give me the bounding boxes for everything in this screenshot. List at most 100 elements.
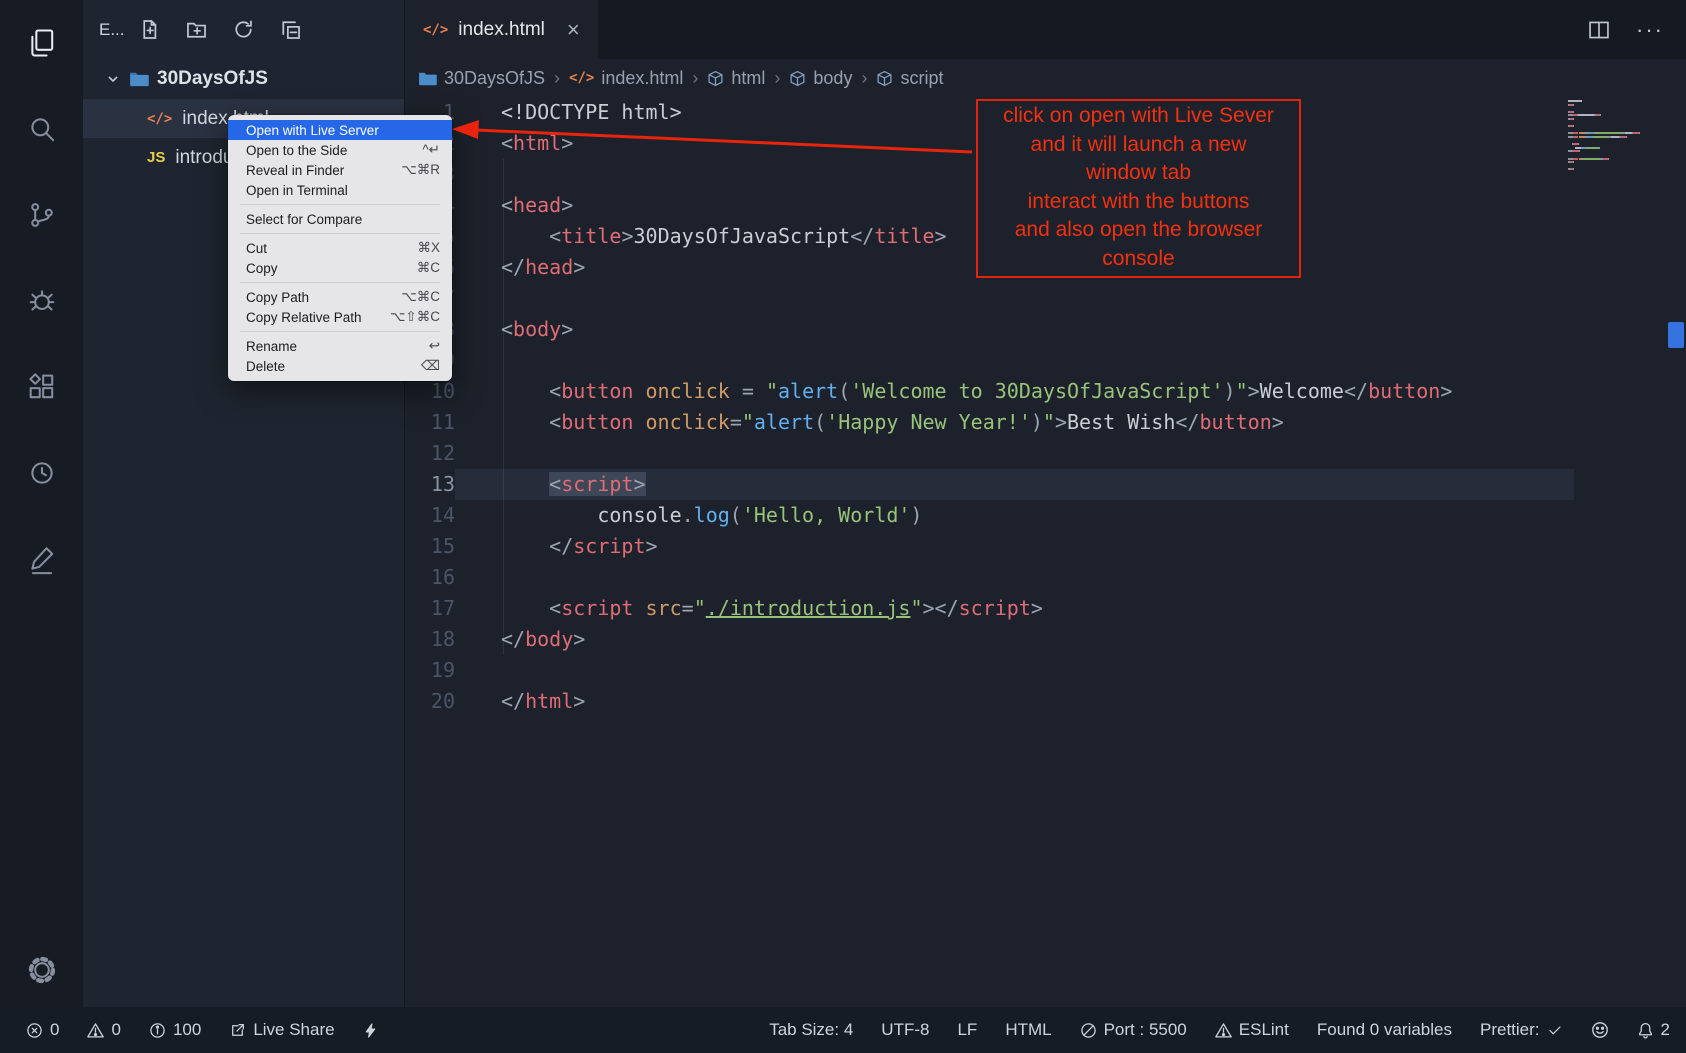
breadcrumb-separator-icon: ›	[554, 68, 560, 89]
js-icon: JS	[147, 149, 165, 166]
status-item[interactable]: UTF-8	[881, 1020, 929, 1040]
breadcrumb-item[interactable]: body	[789, 68, 852, 89]
menu-item[interactable]: Cut⌘X	[228, 238, 452, 258]
minimap[interactable]	[1568, 100, 1660, 172]
code-line-17[interactable]: 17 <script src="./introduction.js"></scr…	[405, 593, 1686, 624]
status-item[interactable]: ESLint	[1215, 1020, 1289, 1040]
tab-label: index.html	[458, 19, 545, 41]
menu-shortcut: ^↵	[422, 142, 440, 158]
breadcrumb-separator-icon: ›	[692, 68, 698, 89]
history-icon[interactable]	[0, 450, 83, 496]
line-content: <button onclick="alert('Happy New Year!'…	[455, 407, 1574, 438]
breadcrumb-item[interactable]: </>index.html	[569, 68, 683, 89]
menu-item[interactable]: Open to the Side^↵	[228, 140, 452, 160]
status-item[interactable]: HTML	[1005, 1020, 1051, 1040]
folder-item-30DaysOfJS[interactable]: 30DaysOfJS	[83, 59, 404, 99]
search-icon[interactable]	[0, 106, 83, 152]
status-item[interactable]: Port : 5500	[1080, 1020, 1187, 1040]
status-item[interactable]: Prettier:	[1480, 1020, 1563, 1040]
menu-shortcut: ↩	[429, 338, 440, 354]
collapse-all-icon[interactable]	[280, 19, 301, 40]
warning-triangle-icon	[1215, 1022, 1232, 1039]
status-item[interactable]	[363, 1022, 378, 1039]
code-line-19[interactable]: 19	[405, 655, 1686, 686]
tab-actions: ···	[1588, 0, 1686, 59]
line-content: </script>	[455, 531, 1574, 562]
edit-pen-icon[interactable]	[0, 536, 83, 582]
menu-shortcut: ⌘C	[417, 260, 440, 276]
menu-item[interactable]: Open in Terminal	[228, 180, 452, 200]
split-editor-icon[interactable]	[1588, 19, 1610, 41]
sidebar-title: E...	[99, 20, 125, 40]
code-line-13[interactable]: 13 <script>	[405, 469, 1686, 500]
settings-gear-icon[interactable]	[0, 947, 83, 993]
new-folder-icon[interactable]	[186, 19, 207, 40]
code-line-8[interactable]: 8<body>	[405, 314, 1686, 345]
line-content: <body>	[455, 314, 1574, 345]
explorer-icon[interactable]	[0, 20, 83, 66]
error-circle-icon	[26, 1022, 43, 1039]
symbol-icon	[789, 70, 806, 87]
status-item[interactable]: Live Share	[229, 1020, 334, 1040]
menu-item[interactable]: Reveal in Finder⌥⌘R	[228, 160, 452, 180]
code-line-20[interactable]: 20</html>	[405, 686, 1686, 717]
breadcrumb-item[interactable]: html	[707, 68, 765, 89]
code-line-15[interactable]: 15 </script>	[405, 531, 1686, 562]
menu-item[interactable]: Select for Compare	[228, 209, 452, 229]
menu-item[interactable]: Rename↩	[228, 336, 452, 356]
code-line-11[interactable]: 11 <button onclick="alert('Happy New Yea…	[405, 407, 1686, 438]
code-line-14[interactable]: 14 console.log('Hello, World')	[405, 500, 1686, 531]
status-right: Tab Size: 4 UTF-8 LF HTML Port : 5500 ESLint F…	[769, 1020, 1670, 1040]
code-line-18[interactable]: 18</body>	[405, 624, 1686, 655]
html-icon: </>	[147, 111, 172, 127]
status-item[interactable]: Tab Size: 4	[769, 1020, 853, 1040]
code-line-9[interactable]: 9	[405, 345, 1686, 376]
breadcrumb-item[interactable]: script	[876, 68, 943, 89]
more-actions-icon[interactable]: ···	[1636, 17, 1664, 43]
lightning-icon	[363, 1022, 378, 1039]
tab-index-html[interactable]: </> index.html ×	[405, 0, 598, 59]
folder-icon	[129, 70, 149, 88]
line-number: 13	[405, 469, 455, 500]
status-item[interactable]: LF	[957, 1020, 977, 1040]
breadcrumb-item[interactable]: 30DaysOfJS	[418, 68, 545, 89]
breadcrumb-separator-icon: ›	[861, 68, 867, 89]
refresh-icon[interactable]	[233, 19, 254, 40]
line-number: 20	[405, 686, 455, 717]
bell-icon	[1637, 1022, 1654, 1039]
smiley-icon	[1591, 1021, 1609, 1039]
check-icon	[1547, 1022, 1563, 1038]
status-item[interactable]: 100	[149, 1020, 201, 1040]
tab-close-icon[interactable]: ×	[567, 17, 580, 43]
menu-item[interactable]: Copy⌘C	[228, 258, 452, 278]
menu-shortcut: ⌥⌘C	[401, 289, 440, 305]
line-content: <script>	[455, 469, 1574, 500]
run-debug-icon[interactable]	[0, 278, 83, 324]
status-item[interactable]: 0	[26, 1020, 59, 1040]
scrollbar-marker[interactable]	[1668, 322, 1684, 348]
menu-separator	[240, 233, 440, 234]
new-file-icon[interactable]	[139, 19, 160, 40]
context-menu: Open with Live ServerOpen to the Side^↵R…	[228, 115, 452, 381]
code-line-12[interactable]: 12	[405, 438, 1686, 469]
menu-item[interactable]: Open with Live Server	[228, 120, 452, 140]
breadcrumb: 30DaysOfJS›</>index.html›html›body›scrip…	[405, 59, 1686, 97]
menu-shortcut: ⌫	[421, 358, 440, 374]
code-line-7[interactable]: 7	[405, 283, 1686, 314]
status-bar: 0 0 100 Live Share Tab Size: 4 UTF-8 LF HTML Po…	[0, 1007, 1686, 1053]
line-content	[455, 283, 1574, 314]
status-item[interactable]: 2	[1637, 1020, 1670, 1040]
line-content: </body>	[455, 624, 1574, 655]
source-control-icon[interactable]	[0, 192, 83, 238]
menu-item[interactable]: Copy Relative Path⌥⇧⌘C	[228, 307, 452, 327]
menu-item[interactable]: Delete⌫	[228, 356, 452, 376]
code-line-16[interactable]: 16	[405, 562, 1686, 593]
status-item[interactable]: Found 0 variables	[1317, 1020, 1452, 1040]
status-item[interactable]	[1591, 1021, 1609, 1039]
line-content: console.log('Hello, World')	[455, 500, 1574, 531]
menu-item[interactable]: Copy Path⌥⌘C	[228, 287, 452, 307]
extensions-icon[interactable]	[0, 364, 83, 410]
code-line-10[interactable]: 10 <button onclick = "alert('Welcome to …	[405, 376, 1686, 407]
folder-icon	[418, 70, 437, 87]
status-item[interactable]: 0	[87, 1020, 120, 1040]
